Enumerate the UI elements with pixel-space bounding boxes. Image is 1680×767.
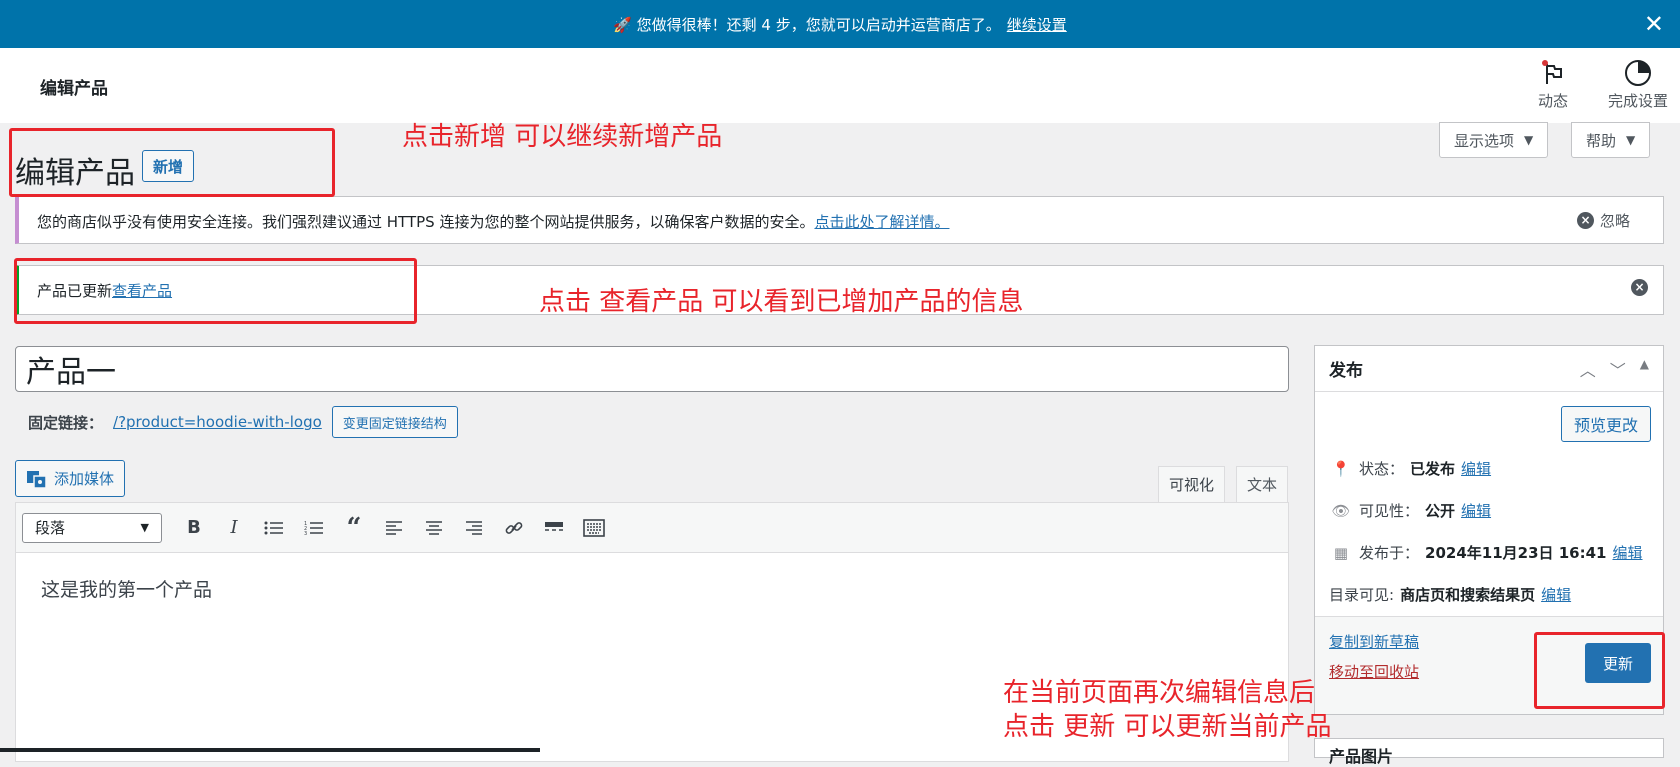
- eye-icon: 👁: [1331, 501, 1351, 520]
- activity-button[interactable]: 动态: [1538, 58, 1568, 111]
- header-title: 编辑产品: [40, 79, 108, 99]
- dismiss-icon: ×: [1631, 279, 1648, 296]
- https-notice-text: 您的商店似乎没有使用安全连接。我们强烈建议通过 HTTPS 连接为您的整个网站提…: [37, 213, 815, 231]
- status-row: 📍 状态： 已发布 编辑: [1329, 458, 1491, 479]
- change-permalink-button[interactable]: 变更固定链接结构: [331, 406, 458, 438]
- visibility-row: 👁 可见性： 公开 编辑: [1329, 500, 1491, 521]
- move-up-icon[interactable]: ︿: [1580, 357, 1596, 381]
- dismiss-button[interactable]: × 忽略: [1576, 210, 1630, 231]
- permalink-url-link[interactable]: /?product=hoodie-with-logo: [113, 413, 322, 431]
- dismiss-notice-button[interactable]: ×: [1631, 279, 1648, 296]
- help-button[interactable]: 帮助 ▼: [1571, 122, 1651, 158]
- continue-setup-link[interactable]: 继续设置: [1007, 14, 1067, 35]
- italic-icon[interactable]: I: [216, 512, 252, 544]
- move-down-icon[interactable]: ﹀: [1610, 357, 1626, 381]
- annotation-box-view-product: [14, 258, 417, 324]
- align-center-icon[interactable]: [416, 512, 452, 544]
- move-to-trash-link[interactable]: 移动至回收站: [1329, 661, 1419, 682]
- format-select[interactable]: 段落 ▼: [22, 512, 162, 543]
- numbered-list-icon[interactable]: 123: [296, 512, 332, 544]
- toolbar-toggle-icon[interactable]: [576, 512, 612, 544]
- blockquote-icon[interactable]: “: [336, 512, 372, 544]
- published-date-row: ▦ 发布于： 2024年11月23日 16:41 编辑: [1329, 542, 1643, 563]
- annotation-box-add-new: [9, 128, 335, 197]
- bulleted-list-icon[interactable]: [256, 512, 292, 544]
- tab-visual[interactable]: 可视化: [1158, 466, 1226, 502]
- collapse-icon[interactable]: ▲: [1640, 357, 1649, 381]
- edit-visibility-link[interactable]: 编辑: [1461, 500, 1491, 521]
- annotation-box-update: [1534, 632, 1665, 709]
- pin-icon: 📍: [1331, 459, 1351, 478]
- setup-notice-bar: 🚀 您做得很棒！还剩 4 步，您就可以启动并运营商店了。 继续设置 ✕: [0, 0, 1680, 48]
- flag-icon: [1542, 60, 1562, 84]
- https-notice: 您的商店似乎没有使用安全连接。我们强烈建议通过 HTTPS 连接为您的整个网站提…: [15, 196, 1664, 244]
- status-label: 状态：: [1359, 460, 1405, 478]
- read-more-icon[interactable]: [536, 512, 572, 544]
- link-icon[interactable]: [496, 512, 532, 544]
- screen-options-button[interactable]: 显示选项 ▼: [1439, 122, 1549, 158]
- published-value: 2024年11月23日 16:41: [1425, 544, 1607, 562]
- setup-notice-text: 🚀 您做得很棒！还剩 4 步，您就可以启动并运营商店了。: [613, 15, 1001, 34]
- publish-title: 发布: [1329, 361, 1363, 381]
- media-icon: [27, 470, 47, 489]
- close-icon[interactable]: ✕: [1644, 12, 1664, 36]
- catalog-visibility-row: 目录可见: 商店页和搜索结果页 编辑: [1329, 584, 1571, 605]
- screen-options-label: 显示选项: [1454, 131, 1515, 150]
- publish-box-controls: ︿ ﹀ ▲: [1580, 357, 1649, 381]
- status-value: 已发布: [1410, 460, 1456, 478]
- dismiss-label: 忽略: [1599, 212, 1630, 230]
- add-media-label: 添加媒体: [54, 470, 115, 488]
- page-header: 编辑产品 动态 完成设置: [0, 48, 1680, 123]
- publish-box-header: 发布 ︿ ﹀ ▲: [1315, 346, 1663, 392]
- catalog-label: 目录可见:: [1329, 586, 1395, 604]
- product-title-input[interactable]: 产品一: [15, 346, 1289, 392]
- align-left-icon[interactable]: [376, 512, 412, 544]
- copy-to-draft-link[interactable]: 复制到新草稿: [1329, 631, 1419, 652]
- edit-date-link[interactable]: 编辑: [1612, 542, 1642, 563]
- bold-icon[interactable]: B: [176, 512, 212, 544]
- https-learn-more-link[interactable]: 点击此处了解详情。: [814, 213, 949, 231]
- catalog-value: 商店页和搜索结果页: [1400, 586, 1536, 604]
- format-select-value: 段落: [35, 519, 66, 537]
- https-notice-text-wrap: 您的商店似乎没有使用安全连接。我们强烈建议通过 HTTPS 连接为您的整个网站提…: [37, 211, 949, 232]
- activity-label: 动态: [1538, 92, 1569, 110]
- caret-down-icon: ▼: [1524, 133, 1534, 147]
- editor-toolbar: 段落 ▼ B I 123 “: [16, 503, 1288, 553]
- published-label: 发布于：: [1359, 544, 1420, 562]
- tab-text[interactable]: 文本: [1236, 466, 1289, 502]
- finish-setup-label: 完成设置: [1608, 92, 1669, 110]
- horizontal-scrollbar[interactable]: [0, 748, 540, 752]
- finish-setup-button[interactable]: 完成设置: [1608, 58, 1668, 111]
- editor-content[interactable]: 这是我的第一个产品: [16, 553, 1288, 624]
- dismiss-icon: ×: [1576, 212, 1594, 229]
- visibility-label: 可见性：: [1359, 502, 1420, 520]
- caret-down-icon: ▼: [1626, 133, 1636, 147]
- caret-down-icon: ▼: [140, 521, 149, 534]
- annotation-view-product: 点击 查看产品 可以看到已增加产品的信息: [539, 287, 1024, 317]
- help-label: 帮助: [1586, 131, 1617, 150]
- svg-text:3: 3: [304, 531, 307, 536]
- permalink-row: 固定链接： /?product=hoodie-with-logo 变更固定链接结…: [28, 406, 458, 438]
- annotation-add-new: 点击新增 可以继续新增产品: [402, 122, 723, 152]
- permalink-label: 固定链接：: [28, 413, 104, 432]
- product-image-box: 产品图片: [1314, 738, 1664, 766]
- calendar-icon: ▦: [1333, 543, 1349, 562]
- annotation-update: 在当前页面再次编辑信息后 点击 更新 可以更新当前产品: [1003, 678, 1332, 742]
- progress-ring-icon: [1625, 60, 1651, 86]
- add-media-button[interactable]: 添加媒体: [15, 460, 126, 497]
- preview-changes-button[interactable]: 预览更改: [1560, 406, 1651, 442]
- align-right-icon[interactable]: [456, 512, 492, 544]
- edit-catalog-link[interactable]: 编辑: [1541, 584, 1571, 605]
- visibility-value: 公开: [1425, 502, 1456, 520]
- edit-status-link[interactable]: 编辑: [1461, 458, 1491, 479]
- product-image-title: 产品图片: [1329, 747, 1394, 766]
